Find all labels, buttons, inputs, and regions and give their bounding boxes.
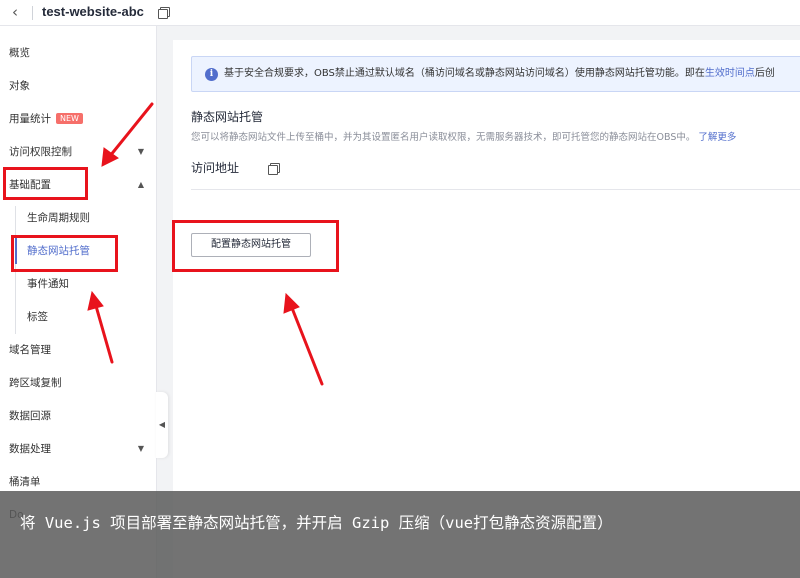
sidebar-item-overview[interactable]: 概览 bbox=[0, 40, 157, 66]
notice-link[interactable]: 生效时间点 bbox=[705, 68, 755, 79]
collapse-sidebar-handle[interactable]: ◀ bbox=[156, 392, 168, 458]
sidebar-item-label: 数据回源 bbox=[9, 410, 51, 422]
bucket-title: test-website-abc bbox=[42, 4, 144, 19]
chevron-down-icon: ▼ bbox=[137, 444, 144, 453]
new-badge: NEW bbox=[56, 113, 83, 124]
caption-overlay: 将 Vue.js 项目部署至静态网站托管，并开启 Gzip 压缩（vue打包静态… bbox=[0, 491, 800, 578]
chevron-down-icon: ▼ bbox=[137, 147, 144, 156]
description-text: 您可以将静态网站文件上传至桶中，并为其设置匿名用户读取权限，无需服务器技术，即可… bbox=[191, 132, 696, 143]
highlight-box bbox=[172, 220, 339, 272]
sidebar-item-label: 域名管理 bbox=[9, 344, 51, 356]
sidebar-item-domain[interactable]: 域名管理 bbox=[0, 337, 157, 363]
sidebar-item-label: 事件通知 bbox=[27, 278, 69, 290]
sidebar-item-usage[interactable]: 用量统计 NEW bbox=[0, 106, 157, 132]
section-title: 静态网站托管 bbox=[191, 110, 264, 124]
sidebar-item-event-notification[interactable]: 事件通知 bbox=[0, 271, 157, 297]
sidebar-item-back-to-source[interactable]: 数据回源 bbox=[0, 403, 157, 429]
sidebar-item-label: 跨区域复制 bbox=[9, 377, 62, 389]
highlight-box bbox=[11, 235, 118, 272]
sidebar-item-access-control[interactable]: 访问权限控制 ▼ bbox=[0, 139, 157, 165]
divider bbox=[191, 189, 800, 190]
caption-text: 将 Vue.js 项目部署至静态网站托管，并开启 Gzip 压缩（vue打包静态… bbox=[20, 514, 613, 532]
divider bbox=[32, 6, 33, 20]
sidebar-item-label: 标签 bbox=[27, 311, 48, 323]
notice-text: 基于安全合规要求，OBS禁止通过默认域名（桶访问域名或静态网站访问域名）使用静态… bbox=[224, 68, 705, 79]
copy-icon[interactable] bbox=[268, 163, 280, 175]
chevron-up-icon: ▲ bbox=[137, 180, 144, 189]
back-icon[interactable]: ‹ bbox=[12, 3, 18, 21]
access-address-label: 访问地址 bbox=[191, 161, 240, 175]
sidebar-item-label: 数据处理 bbox=[9, 443, 51, 455]
sidebar-item-label: 生命周期规则 bbox=[27, 212, 90, 224]
info-icon: i bbox=[205, 68, 218, 81]
sidebar-item-data-processing[interactable]: 数据处理 ▼ bbox=[0, 436, 157, 462]
sidebar-item-label: 对象 bbox=[9, 80, 30, 92]
notice-tail: 后创 bbox=[754, 68, 775, 79]
section-description: 您可以将静态网站文件上传至桶中，并为其设置匿名用户读取权限，无需服务器技术，即可… bbox=[191, 129, 736, 143]
highlight-box bbox=[3, 167, 88, 200]
sidebar-item-label: 概览 bbox=[9, 47, 30, 59]
notice-banner: i 基于安全合规要求，OBS禁止通过默认域名（桶访问域名或静态网站访问域名）使用… bbox=[191, 56, 800, 92]
copy-icon[interactable] bbox=[158, 7, 170, 19]
sidebar-item-tags[interactable]: 标签 bbox=[0, 304, 157, 330]
sidebar-item-lifecycle[interactable]: 生命周期规则 bbox=[0, 205, 157, 231]
learn-more-link[interactable]: 了解更多 bbox=[698, 132, 736, 143]
sidebar-item-objects[interactable]: 对象 bbox=[0, 73, 157, 99]
sidebar-item-label: 访问权限控制 bbox=[9, 146, 72, 158]
sidebar-item-replication[interactable]: 跨区域复制 bbox=[0, 370, 157, 396]
sidebar-item-label: 用量统计 bbox=[9, 113, 51, 125]
top-bar: ‹ test-website-abc bbox=[0, 0, 800, 26]
